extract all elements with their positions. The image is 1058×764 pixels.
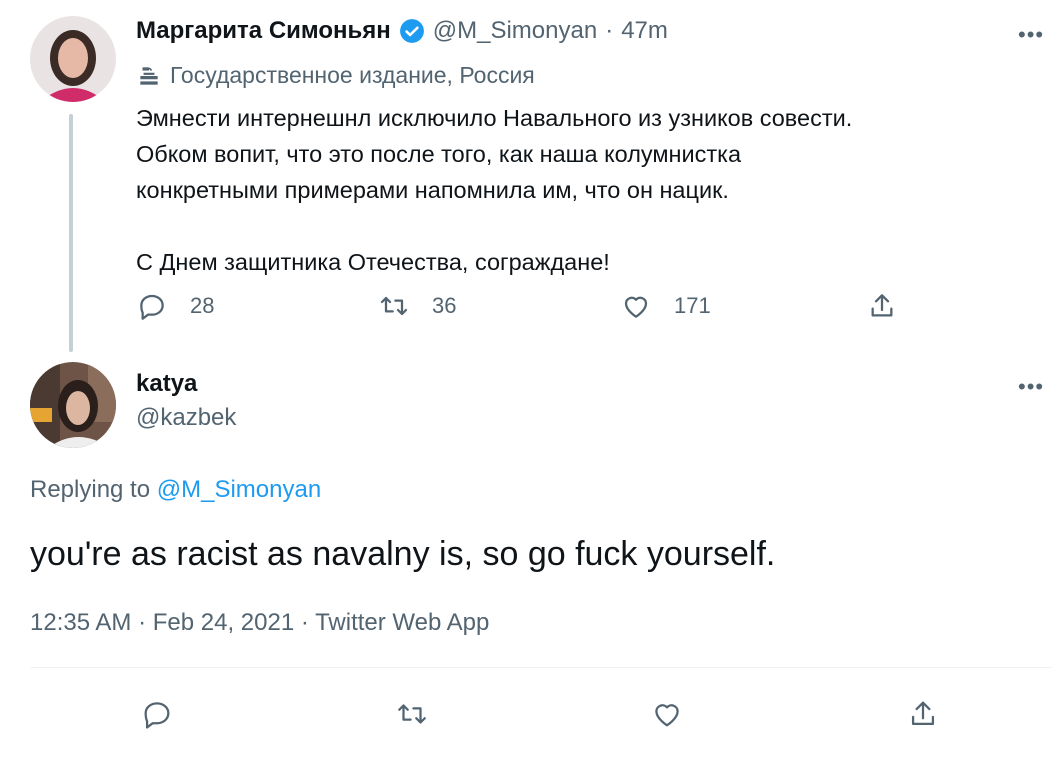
replying-handle-link[interactable]: @M_Simonyan <box>157 476 321 503</box>
more-icon-katya[interactable]: ••• <box>1018 374 1044 400</box>
display-name-katya[interactable]: katya <box>136 370 197 398</box>
user-handle-katya[interactable]: @kazbek <box>136 404 236 432</box>
like-button-bottom[interactable] <box>650 697 684 731</box>
replying-to: Replying to @M_Simonyan <box>30 476 321 504</box>
like-count: 171 <box>674 293 711 318</box>
like-icon <box>650 697 684 731</box>
replying-prefix: Replying to <box>30 476 151 503</box>
reply-button[interactable]: 28 <box>136 290 214 322</box>
tweet1-text: Эмнести интернешнл исключило Навального … <box>136 105 853 275</box>
avatar-simonyan[interactable] <box>30 16 116 102</box>
share-icon <box>866 290 898 322</box>
divider <box>30 667 1052 668</box>
separator-dot: · <box>605 17 614 44</box>
tweet1-header: Маргарита Симоньян @M_Simonyan · 47m <box>136 17 668 45</box>
reply-icon <box>136 290 168 322</box>
state-media-text: Государственное издание, Россия <box>170 62 535 88</box>
reply-icon <box>140 697 174 731</box>
share-button-bottom[interactable] <box>906 697 940 731</box>
verified-badge-icon <box>399 18 425 44</box>
reply-count: 28 <box>190 293 215 318</box>
like-icon <box>620 290 652 322</box>
tweet-time[interactable]: 47m <box>621 17 668 45</box>
retweet-count: 36 <box>432 293 457 318</box>
user-handle[interactable]: @M_Simonyan <box>433 17 597 45</box>
retweet-button[interactable]: 36 <box>378 290 456 322</box>
retweet-button-bottom[interactable] <box>395 697 429 731</box>
display-name[interactable]: Маргарита Симоньян <box>136 17 391 45</box>
tweet2-text: you're as racist as navalny is, so go fu… <box>30 535 776 573</box>
retweet-icon <box>378 290 410 322</box>
reply-button-bottom[interactable] <box>140 697 174 731</box>
thread-connector-line <box>69 114 73 352</box>
more-icon[interactable]: ••• <box>1018 22 1044 48</box>
avatar-katya[interactable] <box>30 362 116 448</box>
share-icon <box>906 697 940 731</box>
state-media-label[interactable]: Государственное издание, Россия <box>136 62 535 89</box>
retweet-icon <box>395 697 429 731</box>
gov-label-icon <box>136 63 162 89</box>
share-button[interactable] <box>866 290 898 322</box>
like-button[interactable]: 171 <box>620 290 711 322</box>
tweet-timestamp[interactable]: 12:35 AM · Feb 24, 2021 · Twitter Web Ap… <box>30 609 489 637</box>
